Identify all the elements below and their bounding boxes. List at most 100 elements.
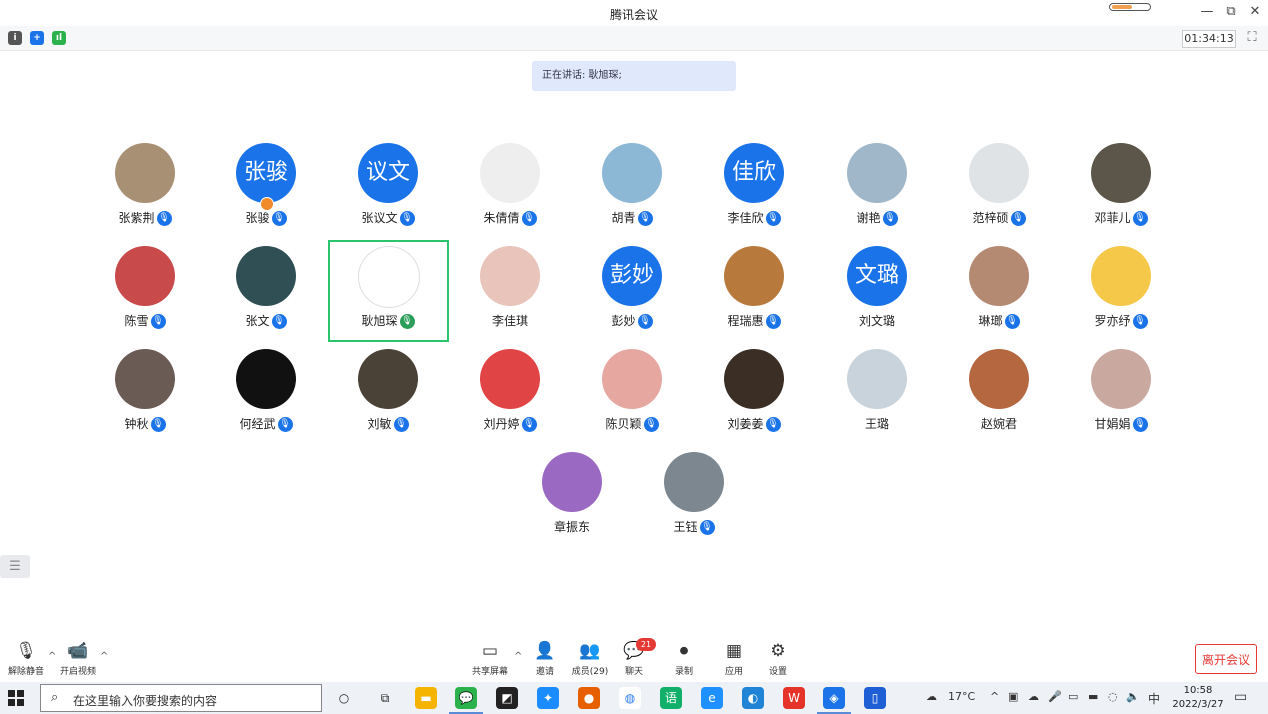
notification-icon[interactable]: ▭ — [1234, 689, 1247, 705]
participant-avatar — [969, 349, 1029, 409]
participant-tile[interactable]: 甘娟娟 🎙 — [1061, 349, 1181, 449]
apps-label: 应用 — [724, 667, 743, 677]
firefox-taskbar-icon[interactable]: ● — [578, 687, 600, 709]
security-tray-icon[interactable]: ▣ — [1008, 690, 1018, 703]
participant-name-row: 钟秋 🎙 — [85, 415, 205, 432]
participant-tile[interactable]: 钟秋 🎙 — [85, 349, 205, 449]
participant-tile[interactable]: 琳瑯 🎙 — [939, 246, 1059, 346]
chat-button[interactable]: 💬 聊天 21 — [614, 638, 656, 677]
participant-tile[interactable]: 陈雪 🎙 — [85, 246, 205, 346]
chat-unread-badge: 21 — [636, 638, 656, 651]
participant-tile[interactable]: 程瑞惠 🎙 — [694, 246, 814, 346]
participant-tile[interactable]: 朱倩倩 🎙 — [450, 143, 570, 243]
participant-avatar — [480, 246, 540, 306]
mic-muted-icon: 🎙 — [765, 417, 781, 432]
windows-start-icon[interactable] — [8, 690, 24, 706]
record-button[interactable]: ⏺ 录制 — [664, 640, 704, 677]
wechat-taskbar-icon[interactable]: 💬 — [449, 687, 483, 714]
participant-name-row: 章振东 — [512, 518, 632, 535]
settings-button[interactable]: ⚙ 设置 — [758, 640, 798, 677]
leave-meeting-button[interactable]: 离开会议 — [1195, 644, 1257, 674]
participant-tile[interactable]: 张文 🎙 — [206, 246, 326, 346]
display-icon[interactable]: ▭ — [1068, 690, 1078, 703]
participant-tile[interactable]: 陈贝颖 🎙 — [572, 349, 692, 449]
participant-tile[interactable]: 张紫荆 🎙 — [85, 143, 205, 243]
participant-tile[interactable]: 王钰 🎙 — [634, 452, 754, 552]
participant-tile[interactable]: 邓菲儿 🎙 — [1061, 143, 1181, 243]
participant-tile[interactable]: 议文 张议文 🎙 — [328, 143, 448, 243]
yuque-taskbar-icon[interactable]: 语 — [660, 687, 682, 709]
participant-name: 朱倩倩 — [483, 211, 520, 225]
participant-tile[interactable]: 彭妙 彭妙 🎙 — [572, 246, 692, 346]
participant-tile[interactable]: 罗亦纾 🎙 — [1061, 246, 1181, 346]
taskbar-clock[interactable]: 10:58 2022/3/27 — [1172, 684, 1224, 712]
ie-browser-taskbar-icon[interactable]: e — [701, 687, 723, 709]
fullscreen-icon[interactable]: ⛶ — [1244, 30, 1260, 46]
start-video-button[interactable]: 📹 开启视频 — [58, 640, 98, 677]
cortana-taskbar-icon[interactable]: ○ — [333, 687, 355, 709]
ime-indicator[interactable]: 中 — [1148, 690, 1160, 707]
participant-avatar — [969, 143, 1029, 203]
mic-muted-icon: 🎙 — [271, 314, 287, 329]
members-button[interactable]: 👥 成员(29) — [570, 640, 610, 677]
participant-name: 刘姜姜 — [727, 417, 764, 431]
weather-temp[interactable]: 17°C — [948, 690, 975, 703]
close-button[interactable]: ✕ — [1246, 4, 1264, 19]
participant-avatar — [969, 246, 1029, 306]
participant-tile[interactable]: 何经武 🎙 — [206, 349, 326, 449]
share-options-caret-icon[interactable]: ^ — [514, 651, 522, 662]
file-explorer-taskbar-icon[interactable]: ▬ — [415, 687, 437, 709]
participant-tile[interactable]: 章振东 — [512, 452, 632, 552]
participant-tile[interactable]: 谢艳 🎙 — [817, 143, 937, 243]
restore-button[interactable]: ⧉ — [1222, 4, 1240, 19]
sticky-notes-taskbar-icon[interactable]: ◩ — [496, 687, 518, 709]
participant-tile[interactable]: 刘敏 🎙 — [328, 349, 448, 449]
participant-name: 谢艳 — [856, 211, 881, 225]
shield-icon[interactable]: + — [30, 31, 44, 45]
notes-app-taskbar-icon[interactable]: ▯ — [864, 687, 886, 709]
start-video-options-caret-icon[interactable]: ^ — [100, 651, 108, 662]
taskbar-search-box[interactable]: ⌕ 在这里输入你要搜索的内容 — [40, 684, 322, 712]
participant-tile[interactable]: 赵婉君 — [939, 349, 1059, 449]
battery-icon[interactable]: ▬ — [1088, 690, 1098, 703]
participant-name-row: 张骏 🎙 — [206, 209, 326, 226]
minimize-button[interactable]: — — [1198, 4, 1216, 19]
invite-button[interactable]: 👤 邀请 — [525, 640, 565, 677]
apps-button[interactable]: ▦ 应用 — [714, 640, 754, 677]
show-hidden-icons[interactable]: ^ — [990, 690, 999, 703]
tencent-meeting-taskbar-icon[interactable]: ◈ — [817, 687, 851, 714]
participant-tile[interactable]: 刘姜姜 🎙 — [694, 349, 814, 449]
unmute-button[interactable]: 🎙 解除静音 — [6, 640, 46, 677]
participant-avatar: 佳欣 — [724, 143, 784, 203]
participant-avatar — [480, 349, 540, 409]
participant-name-row: 程瑞惠 🎙 — [694, 312, 814, 329]
onedrive-icon[interactable]: ☁ — [1028, 690, 1039, 703]
edge-taskbar-icon[interactable]: ◐ — [742, 687, 764, 709]
participant-tile[interactable]: 文璐 刘文璐 — [817, 246, 937, 346]
participant-tile[interactable]: 刘丹婷 🎙 — [450, 349, 570, 449]
baidu-netdisk-taskbar-icon[interactable]: ◍ — [619, 687, 641, 709]
apps-icon: ▦ — [725, 641, 743, 661]
participant-tile[interactable]: 佳欣 李佳欣 🎙 — [694, 143, 814, 243]
mic-muted-icon: 🎙 — [882, 211, 898, 226]
dingtalk-taskbar-icon[interactable]: ✦ — [537, 687, 559, 709]
task-view-taskbar-icon[interactable]: ⧉ — [374, 687, 396, 709]
info-icon[interactable]: i — [8, 31, 22, 45]
participant-tile[interactable]: 李佳琪 — [450, 246, 570, 346]
signal-icon[interactable]: ıl — [52, 31, 66, 45]
share-screen-button[interactable]: ▭ 共享屏幕 — [470, 640, 510, 677]
participant-avatar — [1091, 143, 1151, 203]
participant-tile[interactable]: 范梓硕 🎙 — [939, 143, 1059, 243]
participant-tile[interactable]: 胡青 🎙 — [572, 143, 692, 243]
clock-time: 10:58 — [1183, 685, 1213, 696]
wifi-icon[interactable]: ◌ — [1108, 690, 1118, 703]
mic-muted-icon: 🎙 — [277, 417, 293, 432]
microphone-icon[interactable]: 🎤 — [1048, 690, 1062, 703]
volume-icon[interactable]: 🔈 — [1126, 690, 1140, 703]
mic-muted-icon: 🎙 — [1132, 211, 1148, 226]
participant-tile[interactable]: 张骏 张骏 🎙 — [206, 143, 326, 243]
participant-tile[interactable]: 王璐 — [817, 349, 937, 449]
unmute-options-caret-icon[interactable]: ^ — [48, 651, 56, 662]
sidebar-toggle-icon[interactable]: ☰ — [0, 555, 30, 578]
wps-taskbar-icon[interactable]: W — [783, 687, 805, 709]
